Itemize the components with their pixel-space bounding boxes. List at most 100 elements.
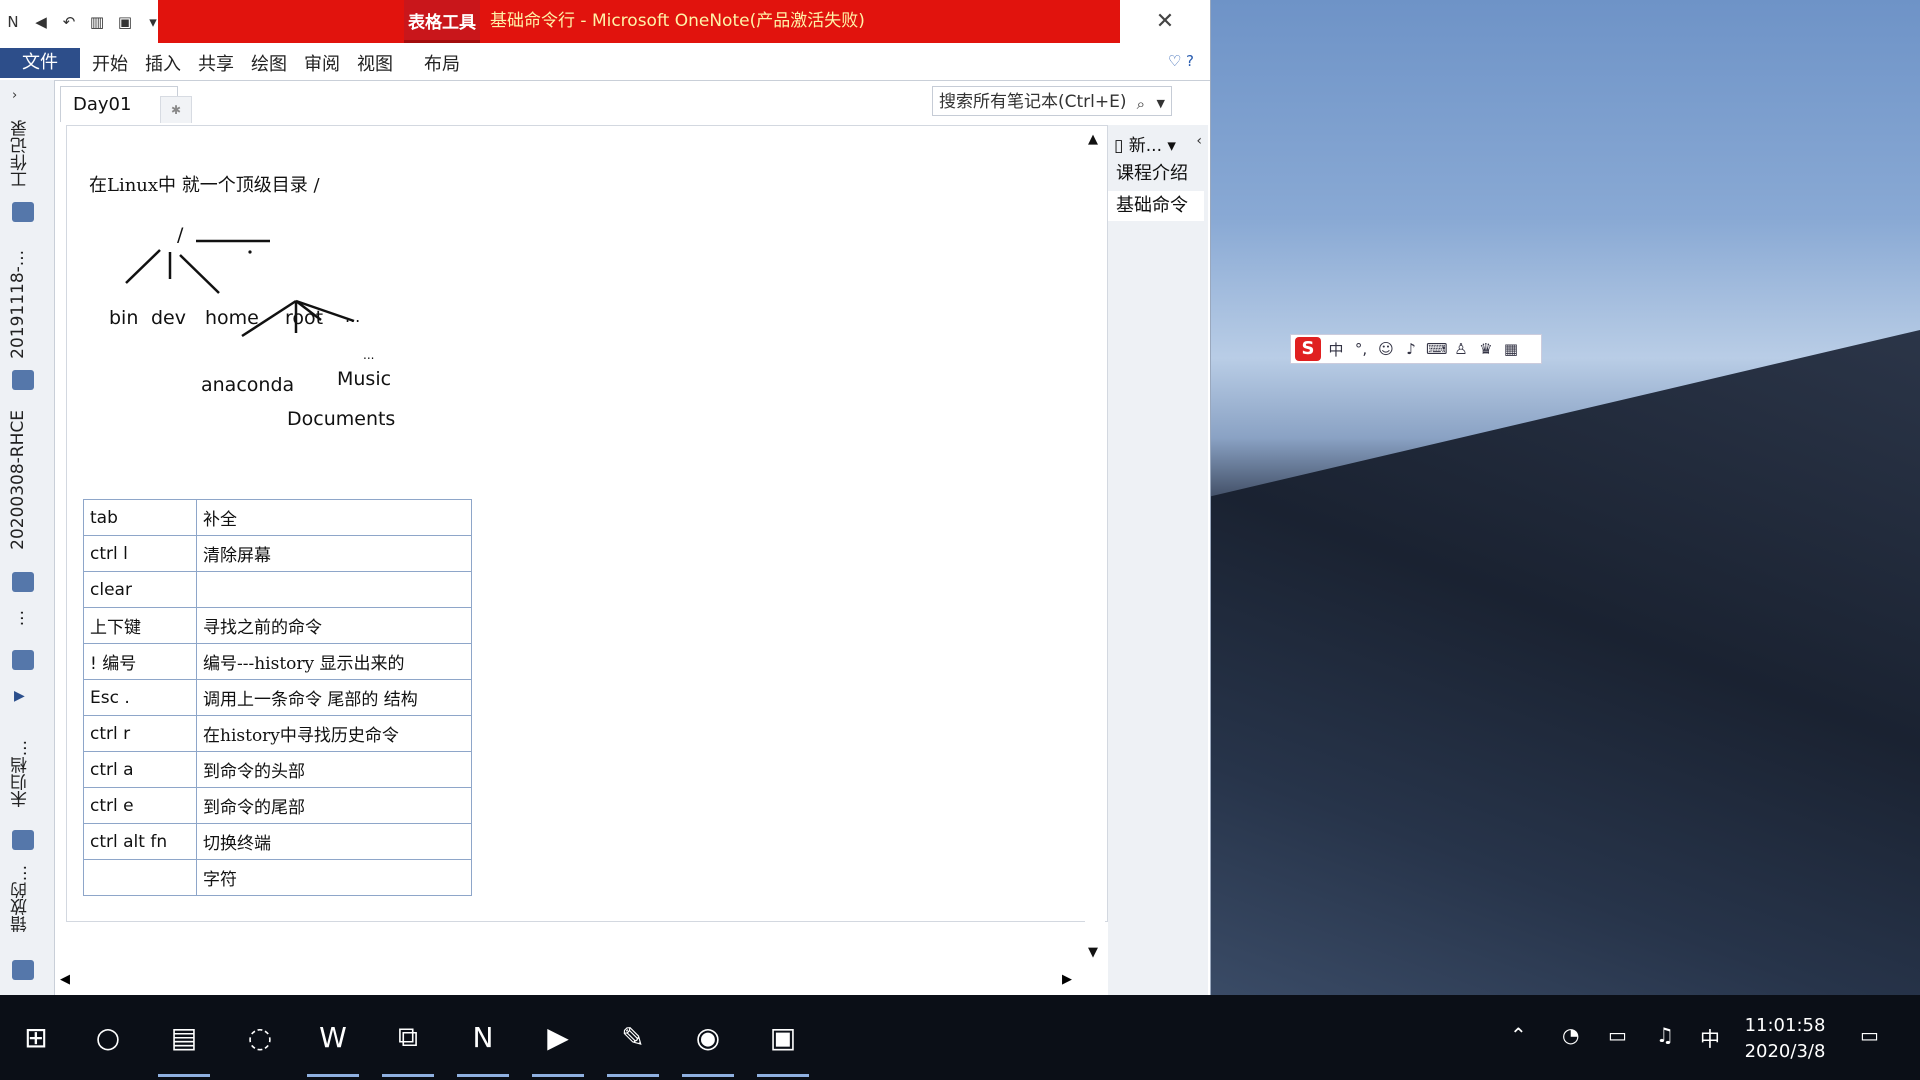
vertical-scrollbar[interactable]: ▲ ▼ (1085, 130, 1105, 990)
command-key-cell[interactable]: ctrl alt fn (83, 823, 197, 860)
sogou-logo[interactable]: S (1295, 337, 1321, 361)
punctuation-icon[interactable]: °, (1351, 340, 1371, 358)
section-more[interactable]: ... (8, 610, 28, 626)
tray-chevron-icon[interactable]: ⌃ (1510, 1023, 1527, 1047)
volume-icon[interactable]: ♫ (1656, 1023, 1674, 1047)
clock-date: 2020/3/8 (1744, 1041, 1826, 1062)
word-icon[interactable]: W (305, 1009, 361, 1077)
command-desc-cell[interactable]: 字符 (196, 859, 472, 896)
tab-layout[interactable]: 布局 (424, 50, 460, 76)
command-key-cell[interactable]: 上下键 (83, 607, 197, 644)
tab-draw[interactable]: 绘图 (251, 50, 287, 76)
red-app-icon[interactable]: ⧉ (380, 1009, 436, 1077)
horizontal-scrollbar[interactable]: ◀ ▶ (60, 972, 1100, 992)
command-desc-cell[interactable]: 编号---history 显示出来的 (196, 643, 472, 680)
command-key-cell[interactable]: ctrl r (83, 715, 197, 752)
tab-insert[interactable]: 插入 (145, 50, 181, 76)
tab-home[interactable]: 开始 (92, 50, 128, 76)
scroll-left-icon[interactable]: ◀ (60, 972, 70, 987)
command-key-cell[interactable]: ctrl l (83, 535, 197, 572)
back-icon[interactable]: ◀ (30, 13, 52, 31)
ribbon-help-icons[interactable]: ♡ ? (1168, 52, 1194, 70)
dock-icon[interactable]: ▥ (86, 13, 108, 31)
tab-review[interactable]: 审阅 (304, 50, 340, 76)
tree-dir-root: root (285, 307, 324, 329)
scroll-down-icon[interactable]: ▼ (1088, 945, 1098, 960)
new-section-tab[interactable]: ✱ (160, 96, 192, 123)
command-desc-cell[interactable]: 到命令的尾部 (196, 787, 472, 824)
collapse-panel-icon[interactable]: ‹ (1196, 133, 1202, 149)
command-desc-cell[interactable]: 在history中寻找历史命令 (196, 715, 472, 752)
emoji-icon[interactable]: ☺ (1376, 340, 1396, 358)
notebook-nav-strip: › 工作记录 20191118-... 20200308-RHCE ... ▶ … (0, 80, 55, 995)
section-misfiled[interactable]: 错放的... (8, 865, 33, 932)
command-desc-cell[interactable]: 调用上一条命令 尾部的 结构 (196, 679, 472, 716)
windows-start-icon[interactable]: ⊞ (8, 1009, 64, 1065)
command-table: tab 补全 ctrl l 清除屏幕 clear 上下键 寻找之前的命令! 编号 编号---h… (83, 499, 472, 896)
input-language[interactable]: 中 (1700, 1023, 1720, 1052)
clock[interactable]: 11:01:58 2020/3/8 (1725, 1013, 1845, 1065)
battery-icon[interactable]: ▭ (1608, 1023, 1627, 1047)
scroll-up-icon[interactable]: ▲ (1088, 132, 1098, 147)
fullpage-icon[interactable]: ▣ (114, 13, 136, 31)
wifi-icon[interactable]: ◔ (1562, 1023, 1579, 1047)
page-item-basic-commands[interactable]: 基础命令 (1108, 191, 1204, 221)
file-tab[interactable]: 文件 (0, 48, 80, 78)
expand-nav-icon[interactable]: › (12, 88, 17, 103)
command-desc-cell[interactable]: 补全 (196, 499, 472, 536)
paint-icon[interactable]: ✎ (605, 1009, 661, 1077)
command-key-cell[interactable]: ctrl a (83, 751, 197, 788)
file-explorer-icon[interactable]: ▤ (156, 1009, 212, 1077)
tab-view[interactable]: 视图 (357, 50, 393, 76)
keyboard-icon[interactable]: ⌨ (1426, 340, 1448, 358)
command-desc-cell[interactable]: 清除屏幕 (196, 535, 472, 572)
page-item-course-intro[interactable]: 课程介绍 (1108, 159, 1204, 189)
ime-toolbar: S 中 °, ☺ ♪ ⌨ ♙ ♛ ▦ (1290, 334, 1542, 364)
table-tools-label: 表格工具 (404, 0, 480, 43)
close-button[interactable]: ✕ (1140, 6, 1190, 38)
search-icon[interactable]: ⌕ (1137, 89, 1145, 119)
onenote-icon[interactable]: N (455, 1009, 511, 1077)
qq-icon[interactable]: ◉ (680, 1009, 736, 1077)
command-desc-cell[interactable] (196, 571, 472, 608)
command-key-cell[interactable]: Esc . (83, 679, 197, 716)
toolbox-icon[interactable]: ▦ (1501, 340, 1521, 358)
new-page-button[interactable]: ▯ 新... ▾ (1114, 131, 1176, 156)
screen-recorder-icon[interactable]: ▶ (530, 1009, 586, 1077)
page-canvas[interactable]: 在Linux中 就一个顶级目录 / / bin dev home root ..… (66, 125, 1108, 922)
notebook-icon (12, 572, 34, 592)
command-desc-cell[interactable]: 到命令的头部 (196, 751, 472, 788)
notifications-icon[interactable]: ▭ (1860, 1023, 1879, 1047)
microphone-icon[interactable]: ♪ (1401, 340, 1421, 358)
search-box[interactable]: 搜索所有笔记本(Ctrl+E) ⌕ ▼ (932, 86, 1172, 116)
section-20200308-rhce[interactable]: 20200308-RHCE (8, 410, 28, 550)
undo-icon[interactable]: ↶ (58, 13, 80, 31)
command-key-cell[interactable]: tab (83, 499, 197, 536)
section-20191118[interactable]: 20191118-... (8, 250, 28, 359)
search-circle-icon[interactable]: ○ (80, 1009, 136, 1065)
table-row: Esc . 调用上一条命令 尾部的 结构 (83, 679, 472, 716)
notebook-icon (12, 202, 34, 222)
tree-line (125, 249, 161, 284)
quick-access-toolbar: N ◀ ↶ ▥ ▣ ▾ (0, 0, 164, 44)
tree-line (179, 254, 220, 294)
ime-mode-label[interactable]: 中 (1326, 339, 1346, 360)
user-icon[interactable]: ♙ (1451, 340, 1471, 358)
table-row: ctrl e 到命令的尾部 (83, 787, 472, 824)
command-desc-cell[interactable]: 切换终端 (196, 823, 472, 860)
directory-tree-lines (125, 239, 355, 338)
search-dropdown-icon[interactable]: ▼ (1157, 89, 1165, 119)
section-work-log[interactable]: 工作记录 (8, 120, 33, 188)
command-key-cell[interactable] (83, 859, 197, 896)
skin-icon[interactable]: ♛ (1476, 340, 1496, 358)
command-key-cell[interactable]: ctrl e (83, 787, 197, 824)
play-arrow-icon[interactable]: ▶ (14, 688, 25, 704)
tree-dir-more: ... (345, 307, 361, 326)
command-desc-cell[interactable]: 寻找之前的命令 (196, 607, 472, 644)
command-key-cell[interactable]: ! 编号 (83, 643, 197, 680)
command-key-cell[interactable]: clear (83, 571, 197, 608)
zoom-icon[interactable]: ▣ (755, 1009, 811, 1077)
tab-share[interactable]: 共享 (198, 50, 234, 76)
scroll-right-icon[interactable]: ▶ (1062, 972, 1072, 987)
section-unfiled[interactable]: 未归档... (8, 740, 33, 807)
